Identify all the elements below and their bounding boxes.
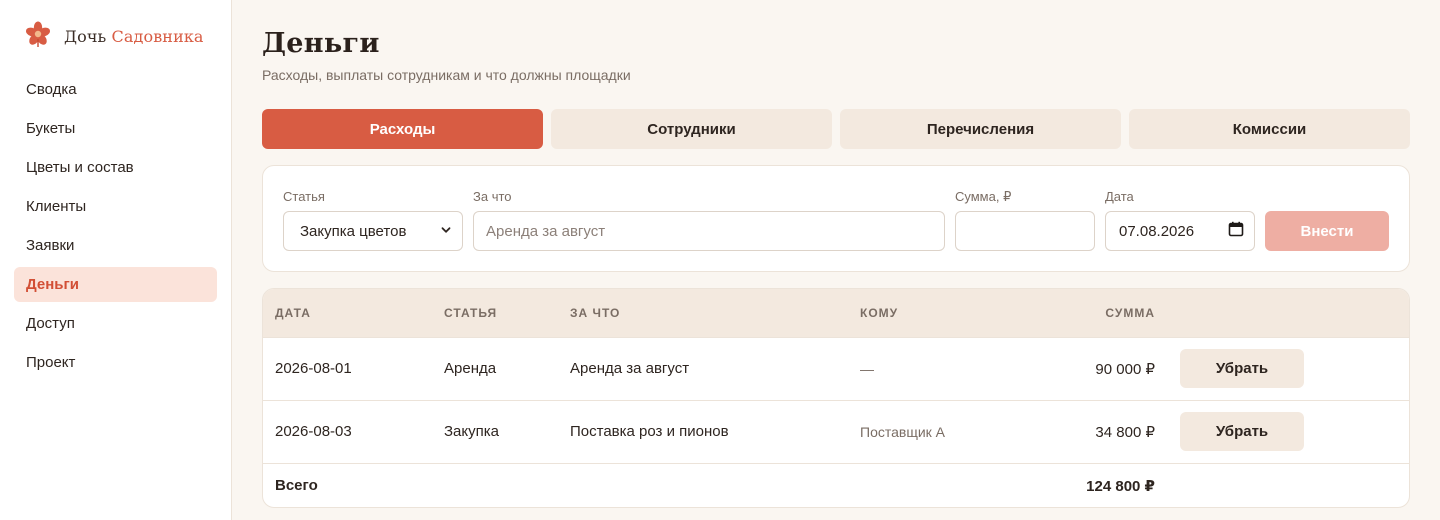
category-label: Статья (283, 189, 325, 204)
column-header-recipient: КОМУ (860, 306, 899, 320)
table-row: 2026-08-01 Аренда Аренда за август — 90 … (263, 337, 1409, 400)
flower-icon (24, 20, 52, 53)
page-subtitle: Расходы, выплаты сотрудникам и что должн… (262, 67, 631, 83)
sidebar-item-project[interactable]: Проект (14, 345, 217, 380)
sidebar-item-orders[interactable]: Заявки (14, 228, 217, 263)
date-input-value: 07.08.2026 (1119, 222, 1195, 240)
cell-date: 2026-08-03 (275, 423, 352, 440)
category-select-value: Закупка цветов (300, 222, 407, 240)
sidebar-item-bouquets[interactable]: Букеты (14, 111, 217, 146)
brand-name: Дочь Садовника (64, 27, 204, 46)
sidebar-nav: Сводка Букеты Цветы и состав Клиенты Зая… (14, 72, 217, 384)
column-header-category: СТАТЬЯ (444, 306, 498, 320)
tab-commissions[interactable]: Комиссии (1129, 109, 1410, 149)
cell-category: Аренда (444, 360, 497, 377)
remove-button[interactable]: Убрать (1180, 412, 1304, 451)
chevron-down-icon (440, 223, 452, 240)
tab-bar: Расходы Сотрудники Перечисления Комиссии (262, 109, 1410, 149)
amount-input[interactable] (955, 211, 1095, 251)
total-value: 124 800 ₽ (1086, 478, 1155, 495)
cell-date: 2026-08-01 (275, 360, 352, 377)
cell-recipient: — (860, 361, 874, 377)
date-label: Дата (1105, 189, 1134, 204)
amount-label: Сумма, ₽ (955, 189, 1012, 204)
column-header-amount: СУММА (1105, 306, 1155, 320)
cell-recipient: Поставщик А (860, 424, 946, 440)
cell-purpose: Аренда за август (570, 360, 690, 377)
brand-name-part2: Садовника (111, 26, 204, 46)
expense-form: Статья Закупка цветов За что Аренда за а… (262, 165, 1410, 272)
tab-expenses[interactable]: Расходы (262, 109, 543, 149)
sidebar: Дочь Садовника Сводка Букеты Цветы и сос… (0, 0, 232, 520)
column-header-purpose: ЗА ЧТО (570, 306, 621, 320)
remove-button[interactable]: Убрать (1180, 349, 1304, 388)
expenses-table: ДАТА СТАТЬЯ ЗА ЧТО КОМУ СУММА 2026-08-01… (262, 288, 1410, 508)
cell-amount: 34 800 ₽ (1095, 424, 1155, 441)
tab-employees[interactable]: Сотрудники (551, 109, 832, 149)
submit-button[interactable]: Внести (1265, 211, 1389, 251)
sidebar-item-clients[interactable]: Клиенты (14, 189, 217, 224)
cell-purpose: Поставка роз и пионов (570, 423, 729, 440)
purpose-input-placeholder: Аренда за август (486, 222, 606, 240)
sidebar-item-money[interactable]: Деньги (14, 267, 217, 302)
tab-transfers[interactable]: Перечисления (840, 109, 1121, 149)
purpose-label: За что (473, 189, 512, 204)
column-header-date: ДАТА (275, 306, 311, 320)
sidebar-item-summary[interactable]: Сводка (14, 72, 217, 107)
purpose-input[interactable]: Аренда за август (473, 211, 945, 251)
table-total-row: Всего 124 800 ₽ (263, 463, 1409, 507)
date-input[interactable]: 07.08.2026 (1105, 211, 1255, 251)
sidebar-item-access[interactable]: Доступ (14, 306, 217, 341)
sidebar-item-flowers[interactable]: Цветы и состав (14, 150, 217, 185)
cell-category: Закупка (444, 423, 499, 440)
page-title: Деньги (262, 28, 380, 59)
category-select[interactable]: Закупка цветов (283, 211, 463, 251)
brand-logo[interactable]: Дочь Садовника (24, 20, 204, 52)
table-row: 2026-08-03 Закупка Поставка роз и пионов… (263, 400, 1409, 463)
total-label: Всего (275, 477, 318, 494)
table-header: ДАТА СТАТЬЯ ЗА ЧТО КОМУ СУММА (263, 289, 1409, 337)
calendar-icon[interactable] (1228, 221, 1244, 241)
brand-name-part1: Дочь (64, 26, 107, 46)
cell-amount: 90 000 ₽ (1095, 361, 1155, 378)
